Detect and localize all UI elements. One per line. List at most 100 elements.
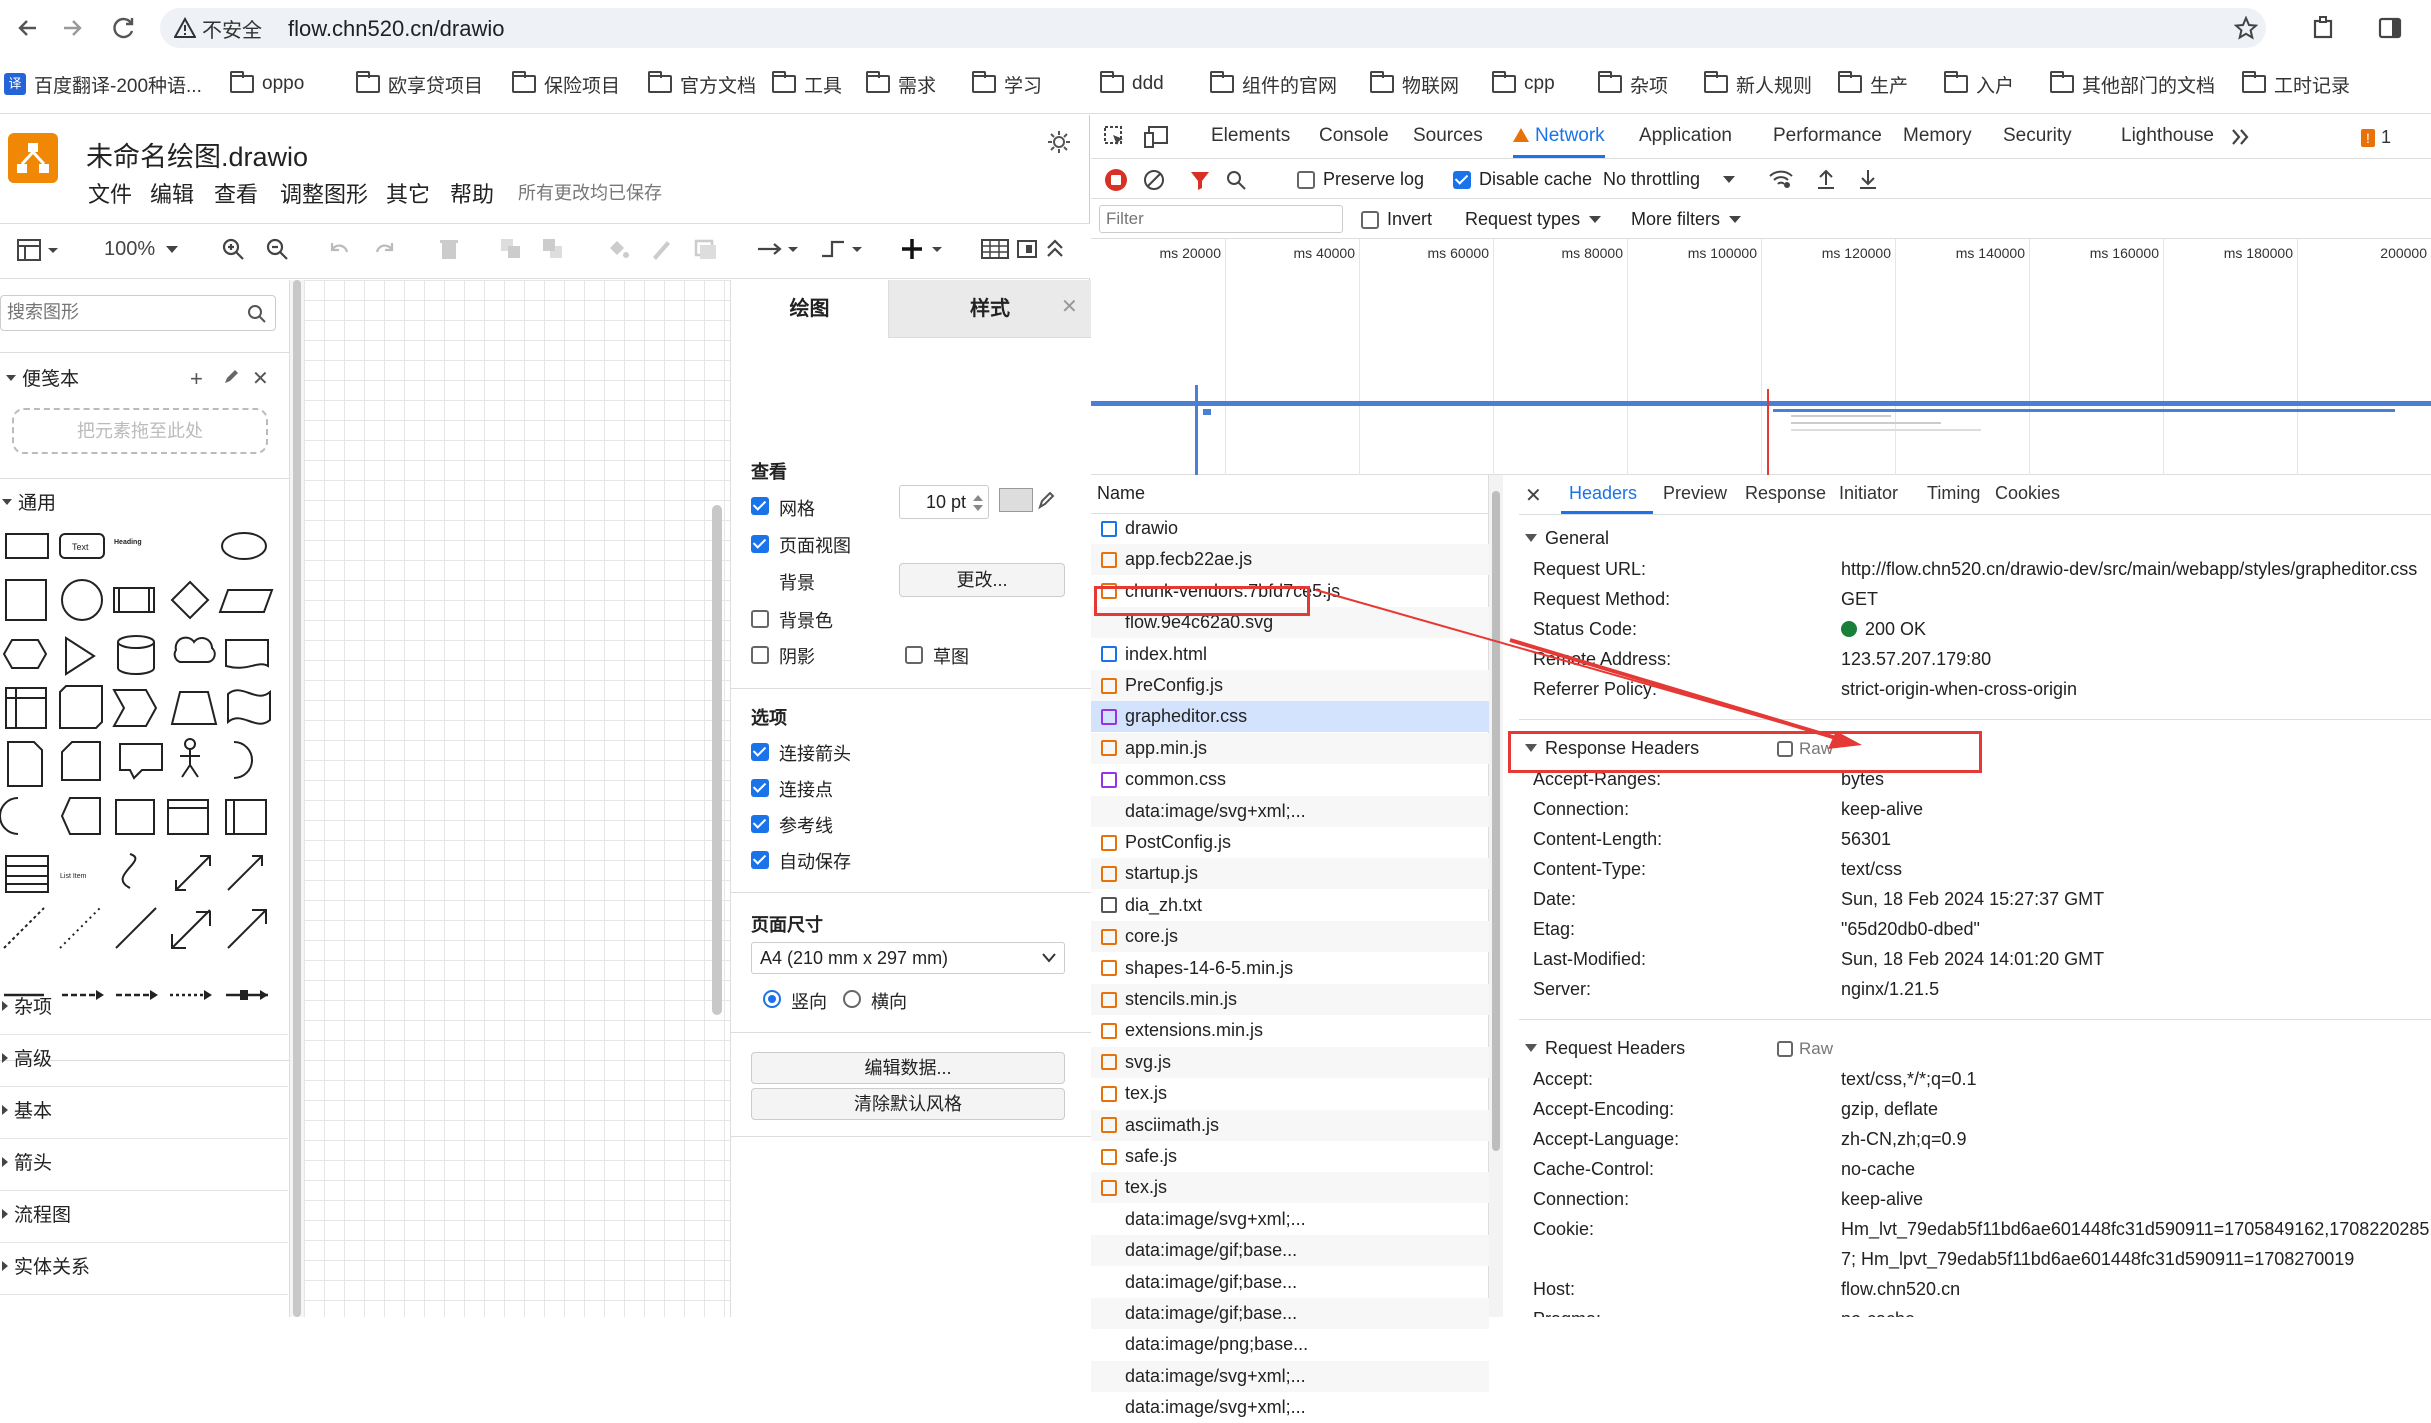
detail-tab-initiator[interactable]: Initiator (1839, 483, 1898, 504)
general-shapes-header[interactable]: 通用 (2, 488, 56, 515)
header-value[interactable]: "65d20db0-dbed" (1841, 919, 1980, 940)
bookmark-item[interactable]: 保险项目 (512, 70, 620, 98)
request-row[interactable]: svg.js (1091, 1046, 1489, 1078)
scratchpad-close-icon[interactable]: ✕ (252, 366, 269, 391)
request-row[interactable]: data:image/svg+xml;... (1091, 1392, 1489, 1423)
scratchpad-header[interactable]: 便笺本 (6, 364, 79, 391)
request-row[interactable]: dia_zh.txt (1091, 890, 1489, 921)
header-value[interactable]: text/css (1841, 859, 1902, 880)
raw-toggle[interactable]: Raw (1777, 1039, 1833, 1059)
sketch-checkbox[interactable] (905, 646, 923, 664)
detail-tab-cookies[interactable]: Cookies (1995, 483, 2060, 504)
portrait-radio[interactable] (763, 990, 781, 1008)
request-row[interactable]: core.js (1091, 921, 1489, 953)
section-header-general[interactable]: General (1525, 523, 1609, 553)
bookmark-item[interactable]: cpp (1492, 70, 1555, 98)
collapse-up-icon[interactable] (1044, 236, 1066, 262)
devtools-tab-security[interactable]: Security (2003, 125, 2072, 147)
devtools-tab-network[interactable]: Network (1513, 125, 1605, 158)
bookmark-item[interactable]: 组件的官网 (1210, 70, 1337, 98)
waypoints-icon[interactable] (820, 236, 866, 262)
line-color-icon[interactable] (648, 236, 674, 262)
address-bar[interactable]: 不安全 flow.chn520.cn/drawio (160, 8, 2266, 48)
raw-checkbox[interactable] (1777, 1041, 1793, 1057)
section-header-request-headers[interactable]: Request Headers (1525, 1033, 1685, 1063)
drawing-canvas[interactable] (304, 280, 730, 1317)
bookmark-item[interactable]: oppo (230, 70, 304, 98)
bookmark-item[interactable]: 工时记录 (2242, 70, 2350, 98)
request-row[interactable]: startup.js (1091, 858, 1489, 890)
filter-funnel-icon[interactable] (1189, 169, 1211, 191)
request-row[interactable]: data:image/svg+xml;... (1091, 795, 1489, 827)
record-stop-icon[interactable] (1105, 169, 1127, 191)
request-row[interactable]: index.html (1091, 639, 1489, 670)
shape-category[interactable]: 流程图 (2, 1200, 71, 1227)
throttling-select[interactable]: No throttling (1603, 169, 1736, 190)
forward-arrow-icon[interactable] (58, 14, 86, 42)
header-value[interactable]: keep-alive (1841, 799, 1923, 820)
bookmark-item[interactable]: 工具 (772, 70, 842, 98)
star-icon[interactable] (2234, 16, 2258, 40)
close-panel-icon[interactable]: ✕ (1061, 294, 1078, 319)
invert-checkbox[interactable] (1361, 211, 1379, 229)
grid-size-input[interactable]: 10 pt (899, 485, 989, 519)
detail-tab-headers[interactable]: Headers (1561, 483, 1653, 514)
background-color-checkbox[interactable] (751, 610, 769, 628)
bookmark-item[interactable]: 译百度翻译-200种语... (4, 70, 202, 98)
filter-input[interactable] (1099, 205, 1343, 233)
shape-search-input[interactable] (1, 296, 231, 328)
request-row[interactable]: app.min.js (1091, 732, 1489, 764)
change-background-button[interactable]: 更改... (899, 563, 1065, 597)
delete-icon[interactable] (436, 236, 462, 262)
devtools-tab-console[interactable]: Console (1319, 125, 1389, 147)
page-size-select[interactable]: A4 (210 mm x 297 mm) (751, 942, 1065, 974)
connection-arrows-checkbox[interactable] (751, 743, 769, 761)
search-icon[interactable] (1225, 169, 1247, 191)
search-icon[interactable] (247, 304, 267, 324)
devtools-tab-performance[interactable]: Performance (1773, 125, 1882, 147)
header-value[interactable]: GET (1841, 589, 1878, 610)
extensions-icon[interactable] (2310, 14, 2338, 42)
close-detail-icon[interactable]: ✕ (1525, 483, 1542, 508)
preserve-log-checkbox[interactable] (1297, 171, 1315, 189)
request-row[interactable]: data:image/gif;base... (1091, 1267, 1489, 1298)
header-value[interactable]: 7; Hm_lpvt_79edab5f11bd6ae601448fc31d590… (1841, 1249, 2354, 1270)
url-text[interactable]: flow.chn520.cn/drawio (288, 16, 504, 42)
grid-color-swatch[interactable] (999, 488, 1033, 512)
stepper-icon[interactable] (972, 492, 984, 514)
security-warning[interactable]: 不安全 (174, 14, 262, 42)
request-row[interactable]: data:image/svg+xml;... (1091, 1204, 1489, 1235)
header-value[interactable]: 123.57.207.179:80 (1841, 649, 1991, 670)
devtools-tab-sources[interactable]: Sources (1413, 125, 1483, 147)
bookmark-item[interactable]: 官方文档 (648, 70, 756, 98)
grid-checkbox[interactable] (751, 497, 769, 515)
request-row[interactable]: data:image/svg+xml;... (1091, 1360, 1489, 1392)
devtools-tab-memory[interactable]: Memory (1903, 125, 1972, 147)
table-icon[interactable] (980, 236, 1010, 262)
to-front-icon[interactable] (498, 236, 524, 262)
request-row[interactable]: drawio (1091, 513, 1489, 544)
shape-category[interactable]: 实体关系 (2, 1252, 90, 1279)
import-har-icon[interactable] (1815, 167, 1837, 191)
more-filters-dropdown[interactable]: More filters (1631, 209, 1742, 230)
bookmark-item[interactable]: 生产 (1838, 70, 1908, 98)
request-row[interactable]: shapes-14-6-5.min.js (1091, 953, 1489, 984)
document-title[interactable]: 未命名绘图.drawio (86, 135, 308, 174)
canvas-scrollbar[interactable] (712, 505, 722, 1015)
more-tabs-icon[interactable] (2229, 125, 2253, 149)
clear-log-icon[interactable] (1143, 169, 1165, 191)
header-value[interactable]: Sun, 18 Feb 2024 15:27:37 GMT (1841, 889, 2104, 910)
disable-cache-checkbox[interactable] (1453, 171, 1471, 189)
device-toolbar-icon[interactable] (1143, 125, 1169, 149)
connection-style-icon[interactable] (756, 236, 802, 262)
format-panel-icon[interactable] (16, 238, 60, 264)
request-row[interactable]: tex.js (1091, 1172, 1489, 1204)
zoom-in-icon[interactable] (220, 236, 246, 262)
landscape-radio[interactable] (843, 990, 861, 1008)
fill-color-icon[interactable] (604, 236, 630, 262)
header-value[interactable]: zh-CN,zh;q=0.9 (1841, 1129, 1967, 1150)
shape-category[interactable]: 高级 (2, 1044, 52, 1071)
header-value[interactable]: 200 OK (1841, 619, 1926, 640)
network-overview[interactable]: 20000 ms 40000 ms 60000 ms 80000 ms 100000 m… (1091, 239, 2431, 475)
menu-item[interactable]: 其它 (386, 177, 430, 209)
